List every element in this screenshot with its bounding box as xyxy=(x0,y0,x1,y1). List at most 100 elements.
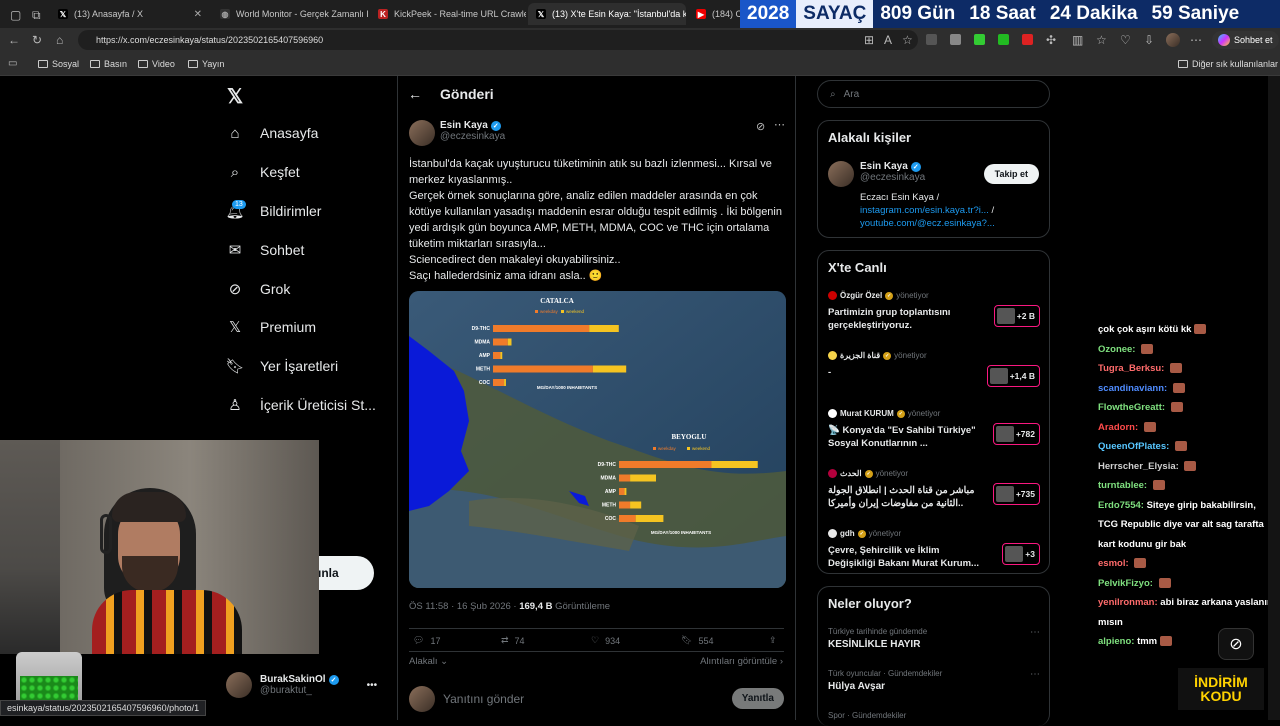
more-icon[interactable]: ••• xyxy=(367,680,378,691)
extension-icon[interactable] xyxy=(974,34,985,45)
trend-item[interactable]: Spor · Gündemdekiler xyxy=(828,711,1040,720)
sidebar-item-bookmarks[interactable]: 🔖︎ Yer İşaretleri xyxy=(225,357,338,375)
repost-button[interactable]: ⇄ 74 xyxy=(501,635,525,646)
other-bookmarks[interactable]: Diğer sık kullanılanlar xyxy=(1178,59,1278,69)
bookmark-button[interactable]: 🔖︎ 554 xyxy=(681,635,713,646)
chat-username[interactable]: PelvikFizyo: xyxy=(1098,578,1153,589)
sidebar-item-explore[interactable]: ⌕ Keşfet xyxy=(226,163,300,181)
account-switcher[interactable]: BurakSakinOl ✓ @buraktut_ ••• xyxy=(226,672,377,698)
live-listener-count[interactable]: +782 xyxy=(992,423,1040,445)
avatar[interactable] xyxy=(828,161,854,187)
live-item[interactable]: قناة الجزيرة ✓ yönetiyor - +1,4 B xyxy=(828,351,1040,387)
chat-username[interactable]: Herrscher_Elysia: xyxy=(1098,461,1179,472)
live-item[interactable]: gdh ✓ yönetiyor Çevre, Şehircilik ve İklim … xyxy=(828,529,1040,570)
sort-replies-dropdown[interactable]: Alakalı ⌄ xyxy=(409,656,448,667)
bookmark-folder[interactable]: Yayın xyxy=(188,59,224,69)
grok-explain-icon[interactable]: ⊘ xyxy=(756,120,765,133)
profile-avatar[interactable] xyxy=(1166,33,1180,47)
chat-username[interactable]: Erdo7554: xyxy=(1098,500,1144,511)
sidebar-item-chat[interactable]: ✉ Sohbet xyxy=(226,241,305,259)
downloads-icon[interactable]: ⇩ xyxy=(1144,33,1154,47)
chat-username[interactable]: esmol: xyxy=(1098,558,1129,569)
reply-button[interactable]: 💬︎ 17 xyxy=(413,635,440,646)
sidebar-item-grok[interactable]: ⊘ Grok xyxy=(226,280,291,298)
chat-username[interactable]: scandinaviann: xyxy=(1098,383,1167,394)
chat-username[interactable]: QueenOfPlates: xyxy=(1098,441,1169,452)
more-icon[interactable]: ⋯ xyxy=(1030,669,1040,680)
window-menu-icon[interactable]: ▢ xyxy=(10,8,21,22)
scrollbar[interactable] xyxy=(1268,76,1280,720)
bookmark-folder[interactable]: Basın xyxy=(90,59,127,69)
x-logo-icon[interactable]: 𝕏 xyxy=(227,84,243,109)
close-icon[interactable]: ✕ xyxy=(194,9,202,20)
sidebar-item-premium[interactable]: 𝕏 Premium xyxy=(226,318,316,336)
read-aloud-icon[interactable]: A xyxy=(884,33,892,47)
tab-3[interactable]: 𝕏 (13) X'te Esin Kaya: "İstanbul'da kaç … xyxy=(528,3,686,25)
grok-floating-icon[interactable]: ⊘ xyxy=(1218,628,1254,660)
trend-item[interactable]: Türkiye tarihinde gündemde KESİNLİKLE HA… xyxy=(828,627,1040,650)
sidebar-item-creator-studio[interactable]: ♙ İçerik Üreticisi St... xyxy=(226,396,376,414)
tab-2[interactable]: K KickPeek - Real-time URL Crawler xyxy=(370,3,526,25)
live-listener-count[interactable]: +2 B xyxy=(993,305,1040,327)
live-item[interactable]: Murat KURUM ✓ yönetiyor 📡 Konya'da "Ev Sahi… xyxy=(828,409,1040,450)
live-item[interactable]: Özgür Özel ✓ yönetiyor Partimizin grup topl… xyxy=(828,291,1040,332)
folder-icon xyxy=(90,60,100,68)
share-button[interactable]: ⇪ xyxy=(769,635,777,646)
bio-link[interactable]: youtube.com/@ecz.esinkaya?... xyxy=(860,218,995,229)
reply-submit-button[interactable]: Yanıtla xyxy=(731,688,784,709)
reading-list-icon[interactable]: ▭ xyxy=(8,58,17,69)
tab-1[interactable]: ◍ World Monitor - Gerçek Zamanlı K xyxy=(212,3,368,25)
app-icon[interactable]: ⊞ xyxy=(864,33,874,47)
chat-username[interactable]: alpieno: xyxy=(1098,636,1134,647)
search-input[interactable]: ⌕ Ara xyxy=(817,80,1050,108)
extension-icon[interactable] xyxy=(1022,34,1033,45)
more-icon[interactable]: ⋯ xyxy=(1030,627,1040,638)
live-listener-count[interactable]: +3 xyxy=(1002,543,1040,565)
reload-icon[interactable]: ↻ xyxy=(32,33,42,47)
chat-username[interactable]: yenilronman: xyxy=(1098,597,1158,608)
extension-icon[interactable] xyxy=(950,34,961,45)
like-button[interactable]: ♡ 934 xyxy=(591,635,620,646)
view-quotes-link[interactable]: Alıntıları görüntüle › xyxy=(700,656,783,667)
health-icon[interactable]: ♡ xyxy=(1120,33,1131,47)
more-options-icon[interactable]: ⋯ xyxy=(774,118,785,131)
sidebar-item-home[interactable]: ⌂ Anasayfa xyxy=(226,124,318,142)
related-bio: Eczacı Esin Kaya / instagram.com/esin.ka… xyxy=(860,191,1040,230)
author-info[interactable]: Esin Kaya ✓ @eczesinkaya xyxy=(440,120,505,142)
more-icon[interactable]: ⋯ xyxy=(1190,33,1202,47)
bookmark-folder[interactable]: Sosyal xyxy=(38,59,79,69)
chat-username[interactable]: FlowtheGreatt: xyxy=(1098,402,1165,413)
extensions-puzzle-icon[interactable]: ✣ xyxy=(1046,33,1056,47)
tab-4[interactable]: ▶ (184) CH xyxy=(688,3,740,25)
favorite-icon[interactable]: ☆ xyxy=(902,33,913,47)
back-arrow-icon[interactable]: ← xyxy=(408,86,422,102)
live-item[interactable]: الحدث ✓ yönetiyor مباشر من قناة الحدث | انط… xyxy=(828,469,1040,510)
copilot-chat-button[interactable]: Sohbet et xyxy=(1212,31,1279,49)
url-field[interactable]: https://x.com/eczesinkaya/status/2023502… xyxy=(78,30,918,50)
verified-icon: ✓ xyxy=(896,409,905,418)
bio-link[interactable]: instagram.com/esin.kaya.tr?i... xyxy=(860,205,989,216)
chat-username[interactable]: turntablee: xyxy=(1098,480,1147,491)
related-user[interactable]: Esin Kaya ✓ @eczesinkaya xyxy=(860,161,925,183)
tab-0[interactable]: 𝕏 (13) Anasayfa / X ✕ xyxy=(50,3,210,25)
home-icon[interactable]: ⌂ xyxy=(56,33,63,47)
chat-username[interactable]: Tugra_Berksu: xyxy=(1098,363,1164,374)
bookmark-folder[interactable]: Video xyxy=(138,59,175,69)
reply-input[interactable]: Yanıtını gönder xyxy=(443,692,524,706)
live-listener-count[interactable]: +1,4 B xyxy=(986,365,1040,387)
post-image[interactable]: CATALCA BEYOGLU weekday weekend weekday … xyxy=(409,291,786,588)
follow-button[interactable]: Takip et xyxy=(983,164,1039,184)
post-timestamp[interactable]: ÖS 11:58 · 16 Şub 2026 · xyxy=(409,601,517,612)
chat-message: Aradorn: xyxy=(1098,418,1276,438)
chat-username[interactable]: Ozonee: xyxy=(1098,344,1135,355)
extension-icon[interactable] xyxy=(998,34,1009,45)
trend-item[interactable]: Türk oyuncular · Gündemdekiler Hülya Avş… xyxy=(828,669,1040,692)
split-screen-icon[interactable]: ▥ xyxy=(1072,33,1083,47)
favorites-icon[interactable]: ☆ xyxy=(1096,33,1107,47)
author-avatar[interactable] xyxy=(409,120,435,146)
workspaces-icon[interactable]: ⧉ xyxy=(32,8,41,23)
back-icon[interactable]: ← xyxy=(8,33,20,47)
live-listener-count[interactable]: +735 xyxy=(992,483,1040,505)
extension-icon[interactable] xyxy=(926,34,937,45)
chat-username[interactable]: Aradorn: xyxy=(1098,422,1138,433)
